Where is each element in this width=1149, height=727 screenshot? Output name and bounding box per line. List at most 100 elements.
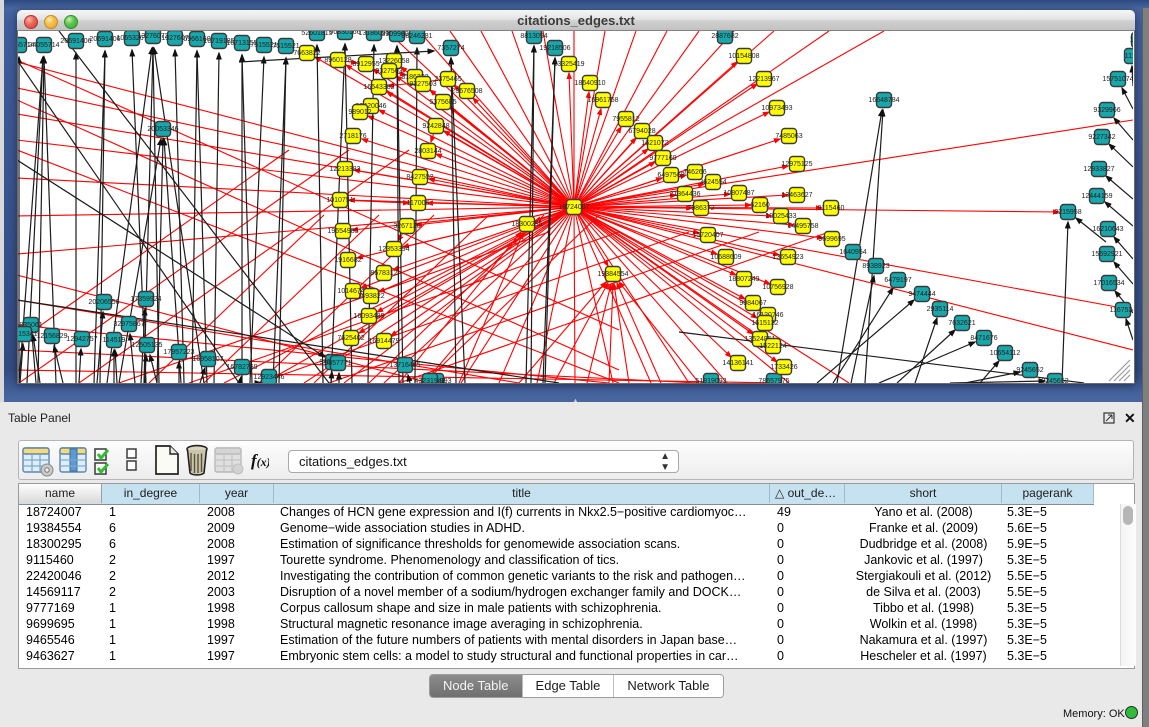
svg-text:8471676: 8471676 xyxy=(970,335,997,342)
svg-text:08246281: 08246281 xyxy=(401,33,432,40)
svg-text:3215958: 3215958 xyxy=(1054,209,1081,216)
svg-text:1621072: 1621072 xyxy=(641,140,668,147)
svg-text:16093489: 16093489 xyxy=(353,313,384,320)
svg-text:10756928: 10756928 xyxy=(762,284,793,291)
svg-text:16648784: 16648784 xyxy=(868,97,899,104)
svg-text:15751074: 15751074 xyxy=(1102,76,1133,83)
svg-text:7357274: 7357274 xyxy=(437,45,464,52)
svg-text:10688609: 10688609 xyxy=(710,254,741,261)
svg-text:18300295: 18300295 xyxy=(511,221,542,228)
svg-text:1010751: 1010751 xyxy=(326,197,353,204)
svg-text:7515521: 7515521 xyxy=(272,43,299,50)
svg-text:7663822: 7663822 xyxy=(293,50,320,57)
svg-text:17359924: 17359924 xyxy=(130,296,161,303)
svg-text:5375685: 5375685 xyxy=(429,99,456,106)
svg-text:8960128: 8960128 xyxy=(324,57,351,64)
svg-text:12923446: 12923446 xyxy=(253,374,284,381)
svg-text:16958107: 16958107 xyxy=(192,356,223,363)
svg-text:1733426: 1733426 xyxy=(770,364,797,371)
svg-text:9699695: 9699695 xyxy=(818,236,845,243)
svg-text:12505135: 12505135 xyxy=(131,342,162,349)
svg-text:117006: 117006 xyxy=(407,200,430,207)
svg-text:1640954: 1640954 xyxy=(839,249,866,256)
svg-text:7625402: 7625402 xyxy=(337,335,364,342)
svg-text:8678312: 8678312 xyxy=(370,270,397,277)
svg-text:7986372: 7986372 xyxy=(687,205,714,212)
svg-text:9777169: 9777169 xyxy=(649,155,676,162)
svg-text:24055714: 24055714 xyxy=(28,42,59,49)
svg-text:3624554: 3624554 xyxy=(699,179,726,186)
svg-text:2718176: 2718176 xyxy=(339,133,366,140)
svg-text:2803144: 2803144 xyxy=(414,148,441,155)
svg-text:10025433: 10025433 xyxy=(765,213,796,220)
svg-text:19654985: 19654985 xyxy=(327,228,358,235)
svg-text:13325419: 13325419 xyxy=(553,61,584,68)
svg-text:3267130: 3267130 xyxy=(393,223,420,230)
svg-text:746266: 746266 xyxy=(683,169,706,176)
svg-text:114519: 114519 xyxy=(103,337,126,344)
svg-text:8912955: 8912955 xyxy=(352,61,379,68)
svg-text:2375465: 2375465 xyxy=(434,76,461,83)
svg-text:11171: 11171 xyxy=(1130,37,1133,44)
svg-text:12933827: 12933827 xyxy=(1083,166,1114,173)
svg-text:1167534: 1167534 xyxy=(1110,307,1133,314)
svg-text:2887682: 2887682 xyxy=(711,33,738,40)
svg-text:16210643: 16210643 xyxy=(1092,226,1123,233)
svg-text:78657975: 78657975 xyxy=(758,378,789,383)
svg-text:16961758: 16961758 xyxy=(587,97,618,104)
svg-text:1493822: 1493822 xyxy=(357,293,384,300)
svg-text:51819093: 51819093 xyxy=(695,378,726,383)
svg-text:14136141: 14136141 xyxy=(722,360,753,367)
svg-text:9115460: 9115460 xyxy=(818,205,845,212)
svg-text:43231948: 43231948 xyxy=(414,378,445,383)
svg-text:9329966: 9329966 xyxy=(1093,107,1120,114)
svg-text:6479197: 6479197 xyxy=(884,277,911,284)
svg-text:16782759: 16782759 xyxy=(226,364,257,371)
svg-text:12353394: 12353394 xyxy=(378,246,409,253)
svg-text:10973493: 10973493 xyxy=(761,105,792,112)
svg-text:f(x): f(x) xyxy=(251,451,269,470)
svg-text:7955812: 7955812 xyxy=(612,116,639,123)
svg-text:9857771: 9857771 xyxy=(324,360,351,367)
svg-text:23676508: 23676508 xyxy=(451,88,482,95)
svg-text:20691406: 20691406 xyxy=(60,38,91,45)
svg-text:10154808: 10154808 xyxy=(728,53,759,60)
svg-text:52601815: 52601815 xyxy=(301,31,332,37)
svg-text:12942757: 12942757 xyxy=(66,336,97,343)
svg-text:3915341: 3915341 xyxy=(17,331,38,338)
svg-text:9474444: 9474444 xyxy=(908,291,935,298)
svg-text:14495758: 14495758 xyxy=(787,223,818,230)
svg-text:2935114: 2935114 xyxy=(927,306,954,313)
svg-text:8938923: 8938923 xyxy=(862,263,889,270)
svg-text:62160: 62160 xyxy=(750,202,770,209)
svg-text:6497568: 6497568 xyxy=(657,172,684,179)
svg-text:7632621: 7632621 xyxy=(948,320,975,327)
svg-text:12213383: 12213383 xyxy=(329,166,360,173)
svg-text:9227342: 9227342 xyxy=(1088,134,1115,141)
svg-text:9245652: 9245652 xyxy=(1016,367,1043,374)
svg-text:1615132: 1615132 xyxy=(751,320,778,327)
svg-text:19384554: 19384554 xyxy=(597,271,628,278)
svg-text:10807487: 10807487 xyxy=(723,190,754,197)
svg-text:17016534: 17016534 xyxy=(1093,280,1124,287)
svg-text:12156829: 12156829 xyxy=(36,333,67,340)
svg-text:16914479: 16914479 xyxy=(368,338,399,345)
svg-text:9327503: 9327503 xyxy=(375,68,402,75)
svg-text:12213967: 12213967 xyxy=(748,76,779,83)
svg-text:16543382: 16543382 xyxy=(363,84,394,91)
svg-text:17957223: 17957223 xyxy=(163,349,194,356)
svg-text:12975125: 12975125 xyxy=(781,161,812,168)
svg-text:18640910: 18640910 xyxy=(574,80,605,87)
svg-text:20053346: 20053346 xyxy=(147,126,178,133)
svg-text:12444159: 12444159 xyxy=(1081,193,1112,200)
svg-text:19218506: 19218506 xyxy=(539,45,570,52)
svg-text:32975867: 32975867 xyxy=(113,321,144,328)
svg-text:18807249: 18807249 xyxy=(728,276,759,283)
svg-text:9245652: 9245652 xyxy=(1041,378,1068,383)
svg-text:6794028: 6794028 xyxy=(628,128,655,135)
svg-text:18724007: 18724007 xyxy=(558,204,589,211)
svg-text:9327503: 9327503 xyxy=(409,81,436,88)
svg-text:10654112: 10654112 xyxy=(990,350,1021,357)
svg-text:13463627: 13463627 xyxy=(781,192,812,199)
svg-text:15720407: 15720407 xyxy=(692,232,723,239)
